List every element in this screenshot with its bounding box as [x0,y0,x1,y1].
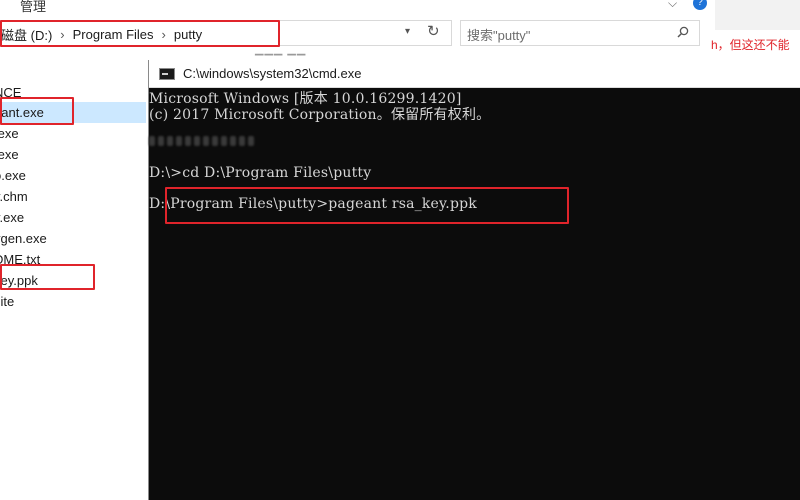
terminal-line-cd-command: D:\>cd D:\Program Files\putty [149,165,372,181]
list-item[interactable]: o.exe [0,165,146,186]
terminal-line-copyright: (c) 2017 Microsoft Corporation。保留所有权利。 [149,107,491,123]
chevron-right-icon[interactable]: › [60,27,64,42]
search-input[interactable]: 搜索"putty" [460,20,700,46]
search-icon[interactable] [677,26,689,38]
help-icon[interactable]: ? [693,0,707,10]
address-dropdown-icon[interactable]: ▾ [405,26,410,37]
terminal-line-pageant-command: D:\Program Files\putty>pageant rsa_key.p… [149,196,477,212]
cmd-window[interactable]: C:\windows\system32\cmd.exe Microsoft Wi… [148,60,800,500]
list-item[interactable]: ygen.exe [0,228,146,249]
search-placeholder: 搜索"putty" [467,28,531,43]
breadcrumb-drive[interactable]: 磁盘 (D:) [1,25,52,44]
cmd-title-bar[interactable]: C:\windows\system32\cmd.exe [149,60,800,88]
cmd-window-title: C:\windows\system32\cmd.exe [183,66,362,81]
terminal-line-redacted [149,133,269,147]
list-item[interactable]: DME.txt [0,249,146,270]
list-item[interactable]: site [0,291,146,312]
breadcrumb: 磁盘 (D:) › Program Files › putty [1,25,202,44]
ribbon-bar: 管理 ⌵ ? [0,0,715,14]
list-item[interactable]: key.ppk [0,270,146,291]
refresh-icon[interactable]: ↻ [427,22,440,40]
background-window-titlebar [715,0,800,30]
list-item[interactable]: .exe [0,123,146,144]
breadcrumb-putty[interactable]: putty [174,27,202,42]
address-row: 磁盘 (D:) › Program Files › putty ▾ ↻ 搜索"p… [0,14,715,52]
list-item-selected[interactable]: eant.exe [0,102,146,123]
list-item[interactable]: .exe [0,144,146,165]
background-annotation-text: h，但这还不能 [711,38,790,52]
breadcrumb-program-files[interactable]: Program Files [73,27,154,42]
chevron-right-icon[interactable]: › [162,27,166,42]
list-item[interactable]: NCE [0,82,146,103]
ribbon-tab-manage[interactable]: 管理 [20,0,46,15]
cmd-icon [159,68,175,80]
list-item[interactable]: y.chm [0,186,146,207]
list-item[interactable]: y.exe [0,207,146,228]
address-bar[interactable]: 磁盘 (D:) › Program Files › putty ▾ ↻ [0,20,452,46]
chevron-down-icon[interactable]: ⌵ [668,0,677,11]
